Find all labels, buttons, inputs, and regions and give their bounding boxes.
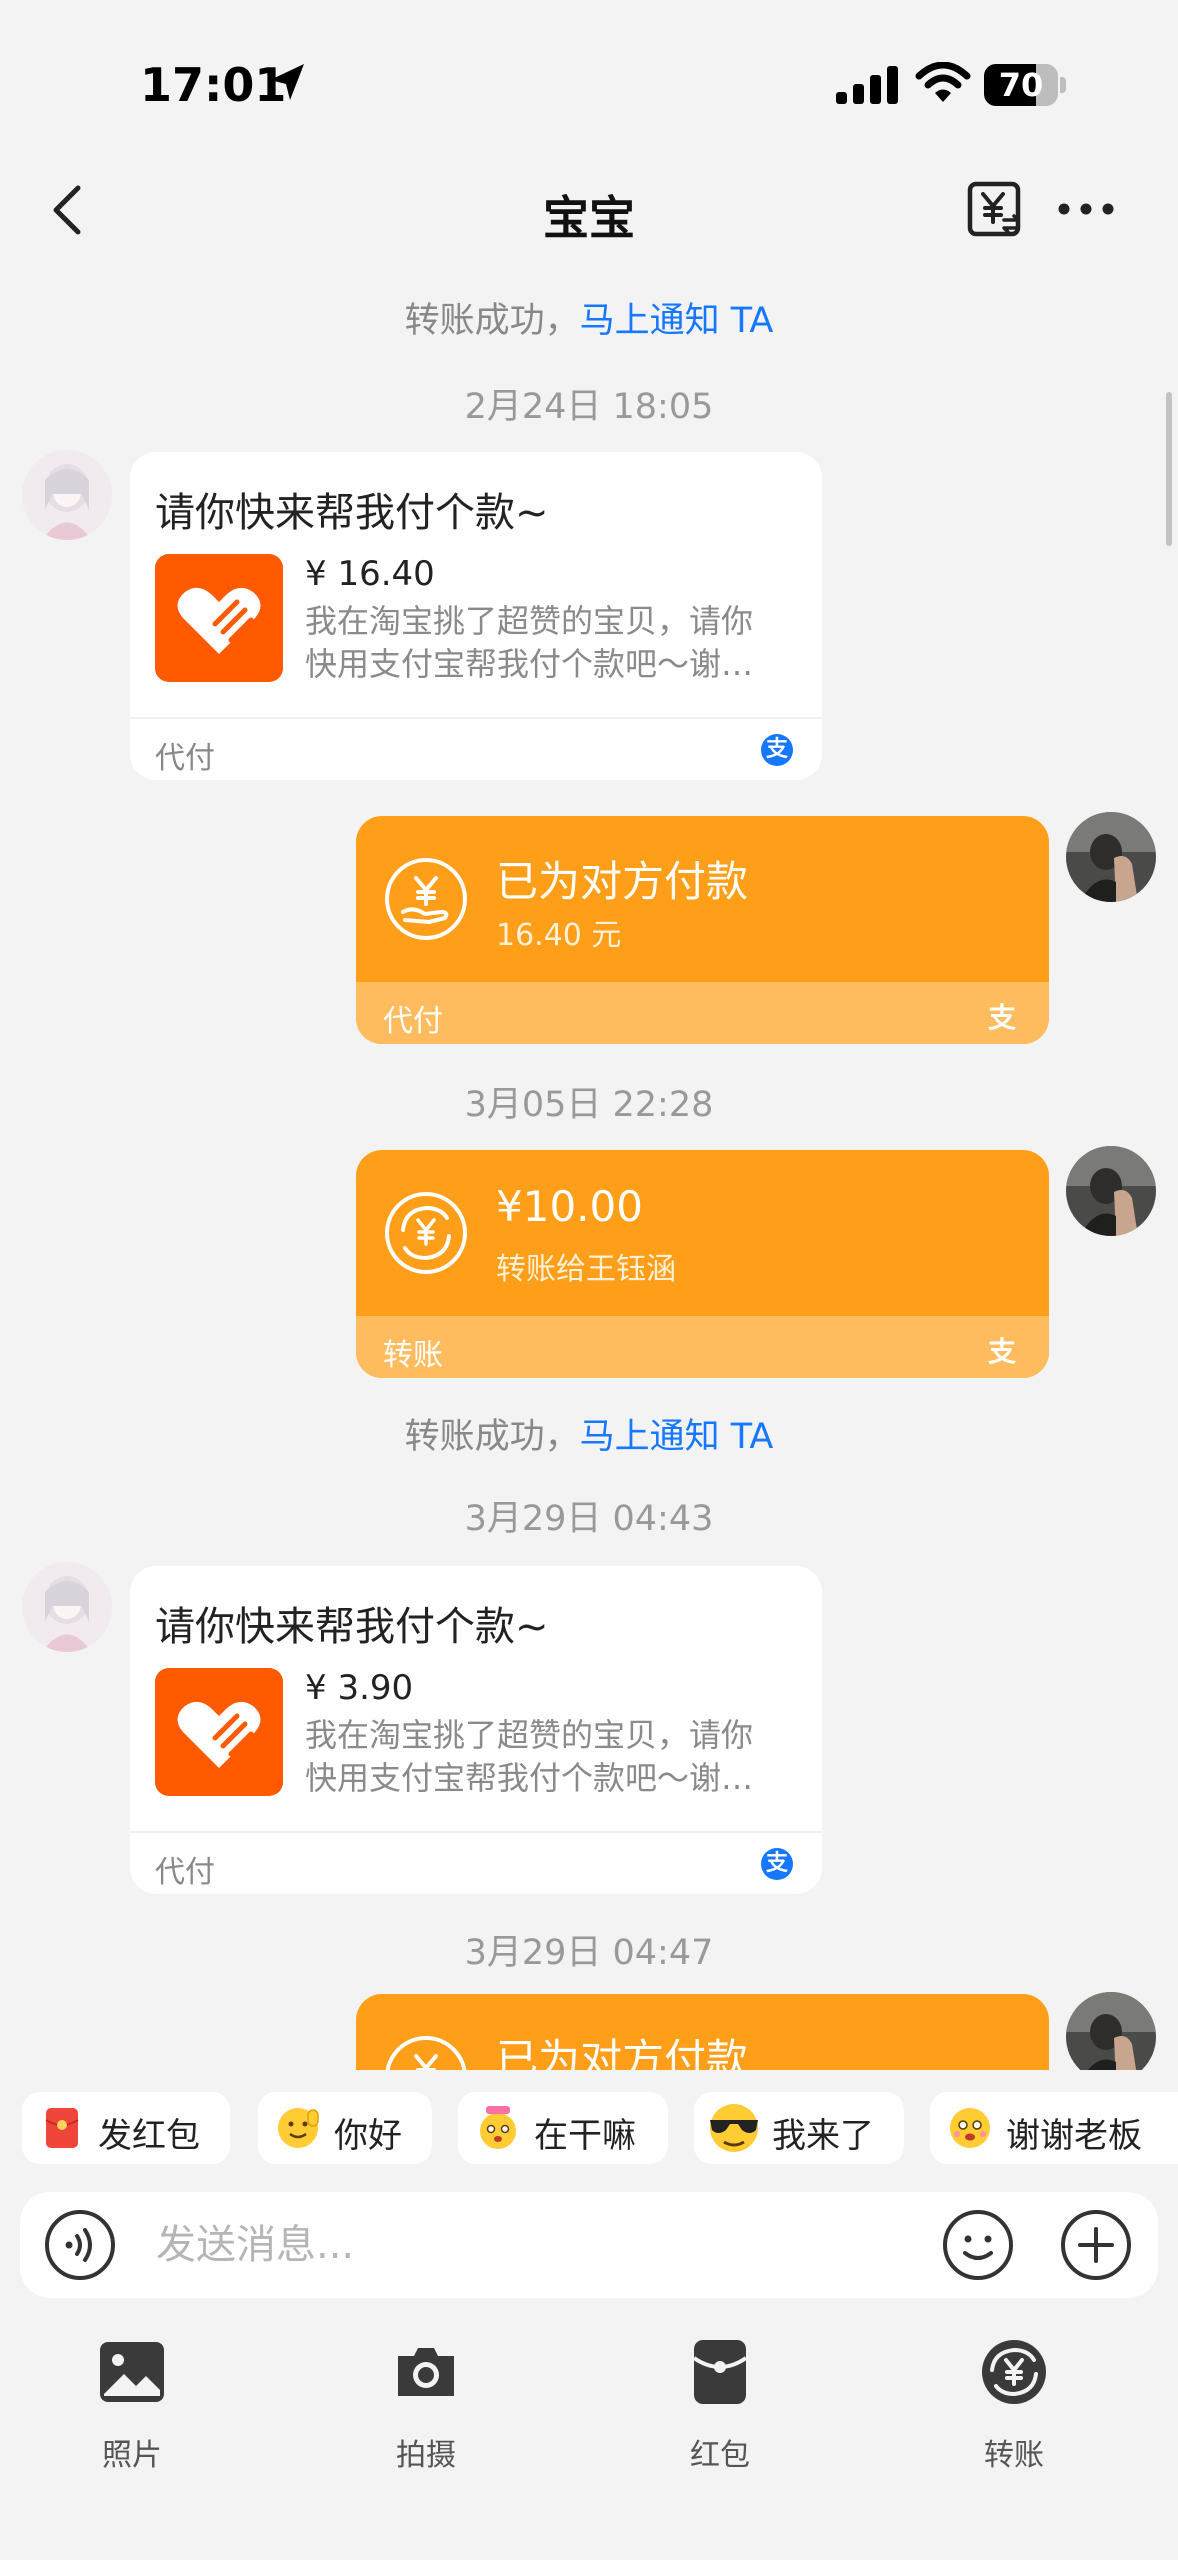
pay-request-amount: ¥ 3.90 [305,1668,414,1708]
transfer-icon [982,2340,1046,2404]
yuan-hand-icon [385,858,467,940]
pay-request-title: 请你快来帮我付个款~ [155,1604,549,1650]
more-options-icon[interactable] [1056,194,1116,224]
timestamp: 3月29日 04:47 [464,1933,714,1973]
user-avatar[interactable] [1066,812,1156,902]
card-type-label: 代付 [155,741,215,776]
status-time: 17:01 [140,58,287,112]
payment-title: 已为对方付款 [496,2035,749,2070]
user-avatar[interactable] [1066,1146,1156,1236]
payment-card[interactable]: 已为对方付款 16.40 元 代付 支 [356,816,1049,1044]
quick-reply-row: 发红包 你好 在干嘛 我来了 谢谢老板 [0,2092,1178,2168]
emoji-hello-icon [278,2108,319,2148]
red-envelope-icon [45,2108,79,2148]
contact-avatar[interactable] [22,1562,112,1652]
cellular-signal-icon [836,66,898,104]
timestamp: 3月05日 22:28 [464,1085,714,1125]
card-type-label: 转账 [383,1338,443,1373]
nav-bar: 宝宝 [0,160,1178,260]
pay-request-title: 请你快来帮我付个款~ [155,490,549,536]
yuan-hand-icon [385,2036,467,2070]
battery-indicator: 70 [984,64,1066,106]
payment-amount: 16.40 元 [496,918,622,953]
card-footer: 代付 支 [356,982,1049,1044]
alipay-logo-icon: 支 [988,1335,1017,1368]
pay-request-description: 我在淘宝挑了超赞的宝贝，请你 快用支付宝帮我付个款吧～谢… [305,602,754,683]
timestamp: 3月29日 04:43 [464,1499,714,1539]
transfer-success-notice: 转账成功，马上通知 TA [404,301,774,341]
toolbar-photo-button[interactable]: 照片 [62,2330,202,2480]
payment-card[interactable]: 已为对方付款 [356,1994,1049,2070]
card-type-label: 代付 [383,1004,443,1039]
message-input[interactable] [156,2216,916,2274]
quick-reply-hello[interactable]: 你好 [258,2092,432,2164]
card-footer: 代付 支 [130,717,822,780]
alipay-logo-icon: 支 [761,1848,793,1880]
photo-icon [100,2342,164,2402]
status-bar: 17:01 70 [0,0,1178,140]
message-input-bar [20,2192,1158,2298]
toolbar-red-packet-button[interactable]: 红包 [650,2330,790,2480]
bottom-toolbar: 照片 拍摄 红包 转账 [0,2320,1178,2520]
transfer-card[interactable]: ¥10.00 转账给王钰涵 转账 支 [356,1150,1049,1378]
emoji-sunglasses-icon [710,2104,758,2152]
emoji-thanks-icon [950,2108,990,2148]
card-footer: 代付 支 [130,1831,822,1894]
camera-icon [398,2348,454,2396]
transfer-recipient: 转账给王钰涵 [496,1252,676,1287]
yuan-transfer-icon [385,1192,467,1274]
notify-link[interactable]: 马上通知 TA [580,1417,774,1457]
transfer-success-notice: 转账成功，马上通知 TA [404,1417,774,1457]
card-type-label: 代付 [155,1855,215,1890]
alipay-logo-icon: 支 [761,734,793,766]
quick-reply-thanks[interactable]: 谢谢老板 [930,2092,1178,2164]
emoji-busy-icon [480,2106,516,2149]
clipped-message-area: 已为对方付款 [0,1980,1178,2070]
alipay-logo-icon: 支 [988,1001,1017,1034]
taobao-helping-hand-icon [155,1668,283,1796]
pay-request-amount: ¥ 16.40 [305,554,435,594]
contact-avatar[interactable] [22,450,112,540]
quick-reply-red-envelope[interactable]: 发红包 [22,2092,230,2164]
location-arrow-icon [270,64,304,100]
quick-reply-coming[interactable]: 我来了 [694,2092,904,2164]
red-packet-icon [692,2340,748,2404]
quick-reply-busy[interactable]: 在干嘛 [458,2092,668,2164]
pay-request-card[interactable]: 请你快来帮我付个款~ ¥ 3.90 我在淘宝挑了超赞的宝贝，请你 快用支付宝帮我… [130,1566,822,1894]
card-footer: 转账 支 [356,1316,1049,1378]
payment-title: 已为对方付款 [496,857,749,906]
pay-request-description: 我在淘宝挑了超赞的宝贝，请你 快用支付宝帮我付个款吧～谢… [305,1716,754,1797]
toolbar-camera-button[interactable]: 拍摄 [356,2330,496,2480]
wifi-icon [915,62,971,102]
pay-request-card[interactable]: 请你快来帮我付个款~ ¥ 16.40 我在淘宝挑了超赞的宝贝，请你 快用支付宝帮… [130,452,822,780]
user-avatar[interactable] [1066,1992,1156,2070]
timestamp: 2月24日 18:05 [464,387,714,427]
transfer-record-icon[interactable] [966,180,1024,238]
battery-percent: 70 [998,66,1044,104]
voice-input-icon[interactable] [44,2209,116,2281]
plus-icon[interactable] [1060,2209,1132,2281]
notify-link[interactable]: 马上通知 TA [580,301,774,341]
taobao-helping-hand-icon [155,554,283,682]
transfer-amount: ¥10.00 [496,1182,643,1231]
emoji-icon[interactable] [942,2209,1014,2281]
toolbar-transfer-button[interactable]: 转账 [944,2330,1084,2480]
